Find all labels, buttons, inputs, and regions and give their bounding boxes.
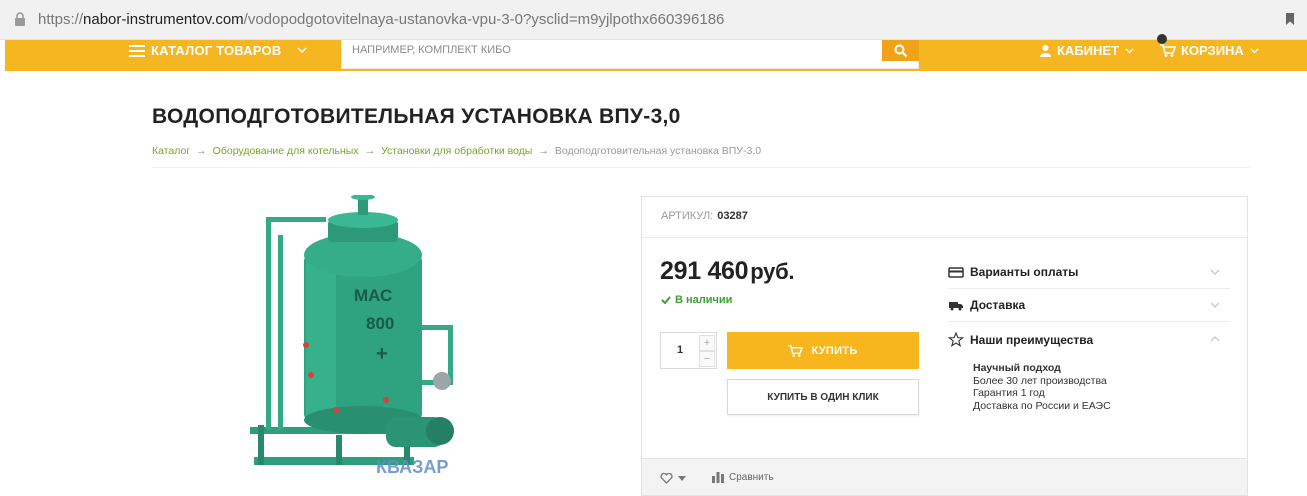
quantity-input[interactable]: 1 (677, 344, 683, 356)
product-info-panel: АРТИКУЛ: 03287 291 460руб. В наличии 1 + … (641, 196, 1248, 496)
heart-icon (660, 473, 673, 484)
cabinet-button[interactable]: КАБИНЕТ (1040, 40, 1134, 61)
url-text[interactable]: https://nabor-instrumentov.com/vodopodgo… (38, 11, 724, 28)
quantity-minus-button[interactable]: − (699, 351, 715, 367)
tank-label-number: 800 (366, 314, 394, 333)
image-watermark: КВАЗАР (376, 457, 448, 477)
tank-label-plus: + (376, 343, 388, 365)
price-currency: руб. (750, 259, 795, 284)
star-icon (948, 332, 964, 347)
cart-button[interactable]: КОРЗИНА (1160, 40, 1259, 61)
payment-options-label: Варианты оплаты (970, 265, 1079, 279)
advantages-list: Научный подход Более 30 лет производства… (973, 362, 1111, 412)
price-value: 291 460 (660, 257, 749, 285)
price: 291 460руб. (660, 257, 794, 286)
browser-address-bar[interactable]: https://nabor-instrumentov.com/vodopodgo… (0, 0, 1307, 40)
cart-icon (788, 344, 804, 357)
chevron-down-icon (1210, 269, 1220, 275)
stock-status: В наличии (661, 294, 732, 306)
breadcrumb-link-water-treatment[interactable]: Установки для обработки воды (381, 145, 532, 157)
catalog-label: КАТАЛОГ ТОВАРОВ (151, 43, 282, 58)
sku: АРТИКУЛ: 03287 (661, 210, 748, 222)
chevron-up-icon (1210, 336, 1220, 342)
page-title: ВОДОПОДГОТОВИТЕЛЬНАЯ УСТАНОВКА ВПУ-3,0 (152, 105, 681, 128)
breadcrumb-link-boiler-equipment[interactable]: Оборудование для котельных (213, 145, 359, 157)
hamburger-icon (129, 44, 145, 57)
payment-options-toggle[interactable]: Варианты оплаты (948, 256, 1230, 289)
search-button[interactable] (882, 40, 919, 61)
chevron-down-icon (1125, 48, 1134, 53)
favorite-button[interactable] (660, 473, 686, 484)
url-scheme: https:// (38, 11, 84, 28)
advantages-label: Наши преимущества (970, 332, 1094, 347)
url-path: /vodopodgotovitelnaya-ustanovka-vpu-3-0?… (243, 11, 725, 28)
breadcrumb-link-catalog[interactable]: Каталог (152, 145, 190, 157)
title-divider (152, 167, 1250, 168)
chevron-down-icon (1250, 48, 1259, 53)
compare-button[interactable]: Сравнить (712, 472, 774, 483)
quantity-plus-button[interactable]: + (699, 335, 715, 351)
quantity-stepper: 1 + − (660, 332, 717, 369)
check-icon (661, 296, 671, 304)
compare-icon (712, 472, 724, 483)
caret-down-icon (678, 476, 686, 481)
sku-value: 03287 (717, 210, 748, 222)
sku-label: АРТИКУЛ: (661, 210, 714, 222)
cabinet-label: КАБИНЕТ (1057, 43, 1120, 58)
cart-icon (1160, 44, 1176, 57)
lock-icon (15, 12, 25, 26)
breadcrumb-separator: → (196, 145, 207, 157)
buy-one-click-button[interactable]: КУПИТЬ В ОДИН КЛИК (727, 379, 919, 415)
search-input[interactable] (352, 41, 882, 59)
chevron-down-icon (1210, 302, 1220, 308)
search-icon (894, 44, 907, 57)
delivery-label: Доставка (970, 298, 1026, 312)
buy-label: КУПИТЬ (811, 344, 858, 357)
product-image[interactable]: МАС 800 + КВАЗАР (236, 195, 468, 496)
tank-label-text: МАС (354, 286, 392, 305)
cart-label: КОРЗИНА (1181, 43, 1244, 58)
advantage-item: Научный подход (973, 362, 1061, 374)
breadcrumb: Каталог → Оборудование для котельных → У… (152, 145, 761, 157)
stock-label: В наличии (675, 294, 733, 306)
breadcrumb-current: Водоподготовительная установка ВПУ-3,0 (554, 145, 762, 157)
advantages-toggle[interactable]: Наши преимущества (948, 323, 1230, 356)
search-box (341, 40, 919, 69)
compare-label: Сравнить (729, 472, 774, 483)
sku-divider (642, 237, 1247, 238)
url-host: nabor-instrumentov.com (83, 11, 244, 28)
advantage-item: Гарантия 1 год (973, 387, 1045, 399)
advantage-item: Доставка по России и ЕАЭС (973, 399, 1111, 412)
delivery-toggle[interactable]: Доставка (948, 289, 1230, 322)
panel-footer: Сравнить (642, 458, 1247, 495)
catalog-menu-button[interactable]: КАТАЛОГ ТОВАРОВ (129, 40, 307, 61)
bookmark-icon[interactable] (1285, 12, 1295, 26)
advantage-item: Более 30 лет производства (973, 374, 1107, 387)
chevron-down-icon (297, 47, 307, 54)
breadcrumb-separator: → (538, 145, 549, 157)
card-icon (948, 267, 964, 278)
truck-icon (949, 302, 963, 311)
breadcrumb-separator: → (364, 145, 376, 157)
top-navigation: КАТАЛОГ ТОВАРОВ КАБИНЕТ КОРЗИНА (5, 34, 1307, 71)
user-icon (1040, 44, 1051, 57)
buy-button[interactable]: КУПИТЬ (727, 332, 919, 369)
